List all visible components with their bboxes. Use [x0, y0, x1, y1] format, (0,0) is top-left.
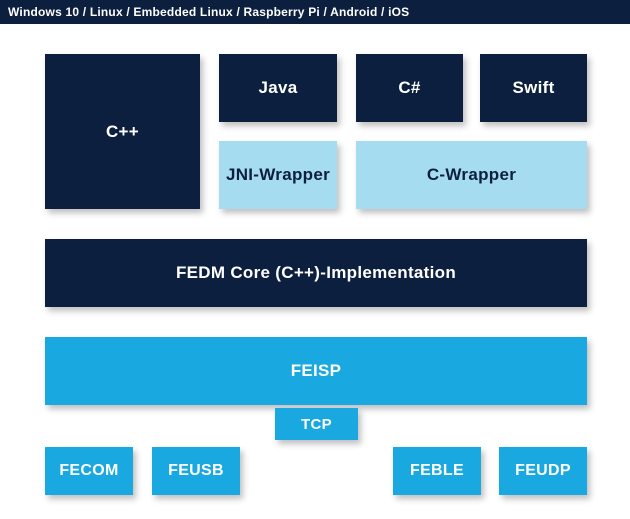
- tcp-label: TCP: [301, 416, 332, 433]
- feble-label: FEBLE: [410, 462, 464, 480]
- fecom-block: FECOM: [45, 447, 133, 495]
- feisp-label: FEISP: [291, 361, 342, 381]
- jni-wrapper-block: JNI-Wrapper: [219, 141, 337, 209]
- jni-wrapper-label: JNI-Wrapper: [226, 165, 330, 185]
- feisp-block: FEISP: [45, 337, 587, 405]
- feudp-block: FEUDP: [499, 447, 587, 495]
- platform-header: Windows 10 / Linux / Embedded Linux / Ra…: [0, 0, 630, 24]
- java-label: Java: [258, 78, 297, 98]
- java-block: Java: [219, 54, 337, 122]
- cpp-block: C++: [45, 54, 200, 209]
- platform-header-text: Windows 10 / Linux / Embedded Linux / Ra…: [8, 5, 409, 19]
- architecture-diagram: C++ Java C# Swift JNI-Wrapper C-Wrapper …: [0, 24, 630, 519]
- c-wrapper-block: C-Wrapper: [356, 141, 587, 209]
- c-wrapper-label: C-Wrapper: [427, 165, 516, 185]
- swift-label: Swift: [512, 78, 554, 98]
- fedm-core-block: FEDM Core (C++)-Implementation: [45, 239, 587, 307]
- swift-block: Swift: [480, 54, 587, 122]
- feusb-block: FEUSB: [152, 447, 240, 495]
- cpp-label: C++: [106, 122, 139, 142]
- fecom-label: FECOM: [59, 462, 118, 480]
- feudp-label: FEUDP: [515, 462, 571, 480]
- csharp-block: C#: [356, 54, 463, 122]
- fedm-core-label: FEDM Core (C++)-Implementation: [176, 263, 456, 283]
- tcp-block: TCP: [275, 408, 358, 440]
- feble-block: FEBLE: [393, 447, 481, 495]
- feusb-label: FEUSB: [168, 462, 224, 480]
- csharp-label: C#: [398, 78, 420, 98]
